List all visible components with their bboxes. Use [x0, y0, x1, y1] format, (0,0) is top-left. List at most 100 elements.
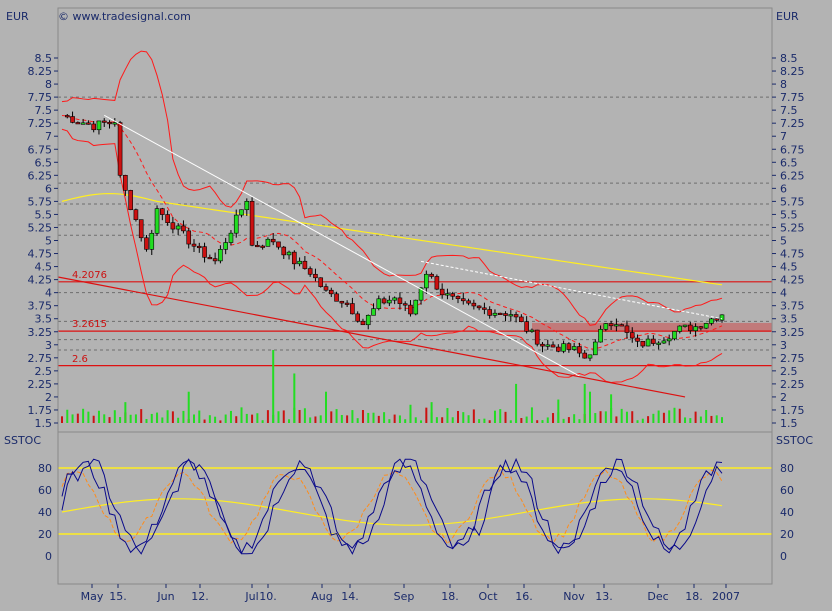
volume-bar: [594, 413, 597, 423]
volume-bar: [224, 414, 227, 423]
volume-bar: [356, 418, 359, 423]
y-tick-label-right: 6.25: [780, 169, 805, 182]
volume-bar: [272, 350, 275, 423]
candle-body: [307, 268, 313, 275]
candle-body: [661, 340, 667, 344]
volume-bar: [604, 411, 607, 423]
candle-body: [175, 225, 181, 230]
volume-bar: [562, 418, 565, 423]
candle-body: [117, 122, 123, 176]
volume-bar: [546, 417, 549, 423]
candle-body: [339, 300, 345, 304]
candle-body: [154, 208, 160, 234]
candle-body: [513, 314, 519, 318]
candle-body: [598, 329, 603, 343]
candle-body: [624, 325, 630, 333]
candle-body: [614, 324, 619, 327]
x-tick-label: 2007: [712, 590, 740, 603]
volume-bar: [393, 414, 396, 423]
y-tick-label-left: 4.5: [35, 261, 53, 274]
y-tick-label-right: 1.5: [780, 417, 798, 430]
candle-body: [86, 122, 91, 125]
candle-body: [270, 238, 276, 243]
volume-bar: [76, 413, 79, 423]
volume-bar: [515, 383, 518, 423]
volume-bar: [383, 412, 386, 423]
volume-bar: [251, 414, 254, 423]
x-tick-label: 13.: [595, 590, 613, 603]
candle-body: [318, 277, 324, 287]
y-tick-label-right: 2.75: [780, 352, 805, 365]
candle-body: [424, 273, 429, 289]
candle-body: [133, 209, 139, 220]
candle-body: [476, 305, 482, 309]
volume-bar: [472, 409, 475, 423]
volume-bar: [208, 415, 211, 423]
candle-body: [286, 251, 292, 256]
y-tick-label-left: 1.5: [35, 417, 53, 430]
y-tick-label-right: 5: [780, 235, 787, 248]
volume-bar: [430, 402, 433, 423]
volume-bar: [266, 410, 269, 423]
candle-body: [80, 122, 86, 125]
candle-body: [302, 260, 308, 269]
volume-bar: [398, 415, 401, 423]
volume-bar: [425, 407, 428, 423]
volume-bar: [435, 417, 438, 423]
candle-body: [207, 257, 213, 260]
candle-body: [265, 238, 271, 247]
candle-body: [587, 354, 593, 359]
y-tick-label-right: 1.75: [780, 404, 805, 417]
x-tick-label: Nov: [563, 590, 585, 603]
volume-bar: [662, 412, 665, 423]
candle-body: [223, 242, 228, 250]
y-tick-label-right: 7: [780, 130, 787, 143]
x-tick-label: 18.: [441, 590, 459, 603]
volume-bar: [335, 409, 338, 423]
volume-bar: [298, 409, 301, 423]
candle-body: [651, 338, 656, 344]
volume-bar: [87, 411, 90, 423]
candle-body: [170, 222, 176, 230]
candle-body: [592, 341, 598, 356]
volume-bar: [678, 408, 681, 423]
y-tick-label-left: 5.25: [28, 221, 53, 234]
volume-bar: [314, 416, 317, 423]
stoch-tick-label-right: 0: [780, 550, 787, 563]
candle-body: [292, 251, 297, 265]
volume-bar: [493, 410, 496, 423]
candle-body: [144, 237, 149, 250]
candle-body: [165, 214, 170, 223]
volume-bar: [636, 420, 639, 423]
volume-bar: [504, 411, 507, 423]
volume-bar: [705, 410, 708, 423]
y-tick-label-left: 4: [45, 287, 52, 300]
volume-bar: [182, 410, 185, 423]
volume-bar: [520, 418, 523, 423]
y-tick-label-right: 2.25: [780, 378, 805, 391]
y-tick-label-left: 3.25: [28, 326, 53, 339]
x-tick-label: 12.: [191, 590, 209, 603]
candle-body: [376, 298, 382, 309]
volume-bar: [303, 408, 306, 423]
stoch-tick-label-right: 80: [780, 462, 794, 475]
candle-body: [408, 304, 413, 315]
volume-bar: [647, 416, 650, 423]
volume-bar: [214, 416, 217, 423]
volume-bar: [161, 417, 164, 423]
candle-body: [577, 346, 582, 354]
candle-body: [672, 331, 677, 340]
candle-body: [666, 338, 672, 342]
volume-bar: [288, 419, 291, 423]
candle-body: [703, 323, 709, 329]
y-tick-label-left: 8.25: [28, 65, 53, 78]
candle-body: [91, 123, 96, 131]
candle-body: [244, 200, 250, 211]
volume-bar: [710, 415, 713, 423]
y-tick-label-right: 2: [780, 391, 787, 404]
volume-bar: [325, 391, 327, 423]
x-tick-label: May: [81, 590, 104, 603]
stoch-tick-label-right: 60: [780, 484, 794, 497]
candle-body: [281, 246, 287, 256]
candle-body: [503, 313, 508, 316]
